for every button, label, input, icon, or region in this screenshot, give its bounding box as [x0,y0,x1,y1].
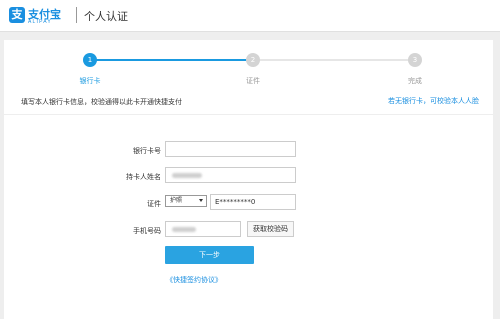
holder-name-input[interactable] [165,167,296,183]
phone-input[interactable] [165,221,241,237]
next-step-button[interactable]: 下一步 [165,246,254,264]
step-1-label: 银行卡 [79,77,101,85]
holder-name-label: 持卡人姓名 [126,173,161,181]
top-header: 支 支付宝 ALIPAY 个人认证 [0,0,500,32]
agreement-link[interactable]: 《快捷签约协议》 [166,275,222,285]
page-title: 个人认证 [84,10,128,23]
step-3-indicator: 3 [408,53,422,67]
alipay-logo-icon: 支 [9,7,25,23]
section-divider [4,114,493,115]
header-divider [76,7,77,23]
instruction-text: 填写本人银行卡信息，校验通得以此卡开通快捷支付 [21,98,182,106]
holder-name-redacted [172,173,202,178]
step-2-indicator: 2 [246,53,260,67]
step-2-label: 证件 [246,77,260,85]
face-verification-link[interactable]: 若无银行卡，可校验本人人脸 [388,96,479,106]
step-3-label: 完成 [408,77,422,85]
phone-label: 手机号码 [133,227,161,235]
verification-card: 1 2 3 银行卡 证件 完成 填写本人银行卡信息，校验通得以此卡开通快捷支付 … [4,40,493,319]
alipay-logo-subtext: ALIPAY [28,19,52,25]
card-number-input[interactable] [165,141,296,157]
id-type-select[interactable]: 护照 [165,195,207,207]
step-1-indicator: 1 [83,53,97,67]
id-label: 证件 [147,200,161,208]
step-progress-line-2 [253,59,413,61]
get-code-button[interactable]: 获取校验码 [247,221,294,237]
phone-redacted [172,227,196,232]
id-type-value: 护照 [170,197,183,204]
card-number-label: 银行卡号 [133,147,161,155]
id-number-input[interactable]: E*********0 [210,194,296,210]
chevron-down-icon [199,199,203,202]
step-progress-line-1 [90,59,250,61]
